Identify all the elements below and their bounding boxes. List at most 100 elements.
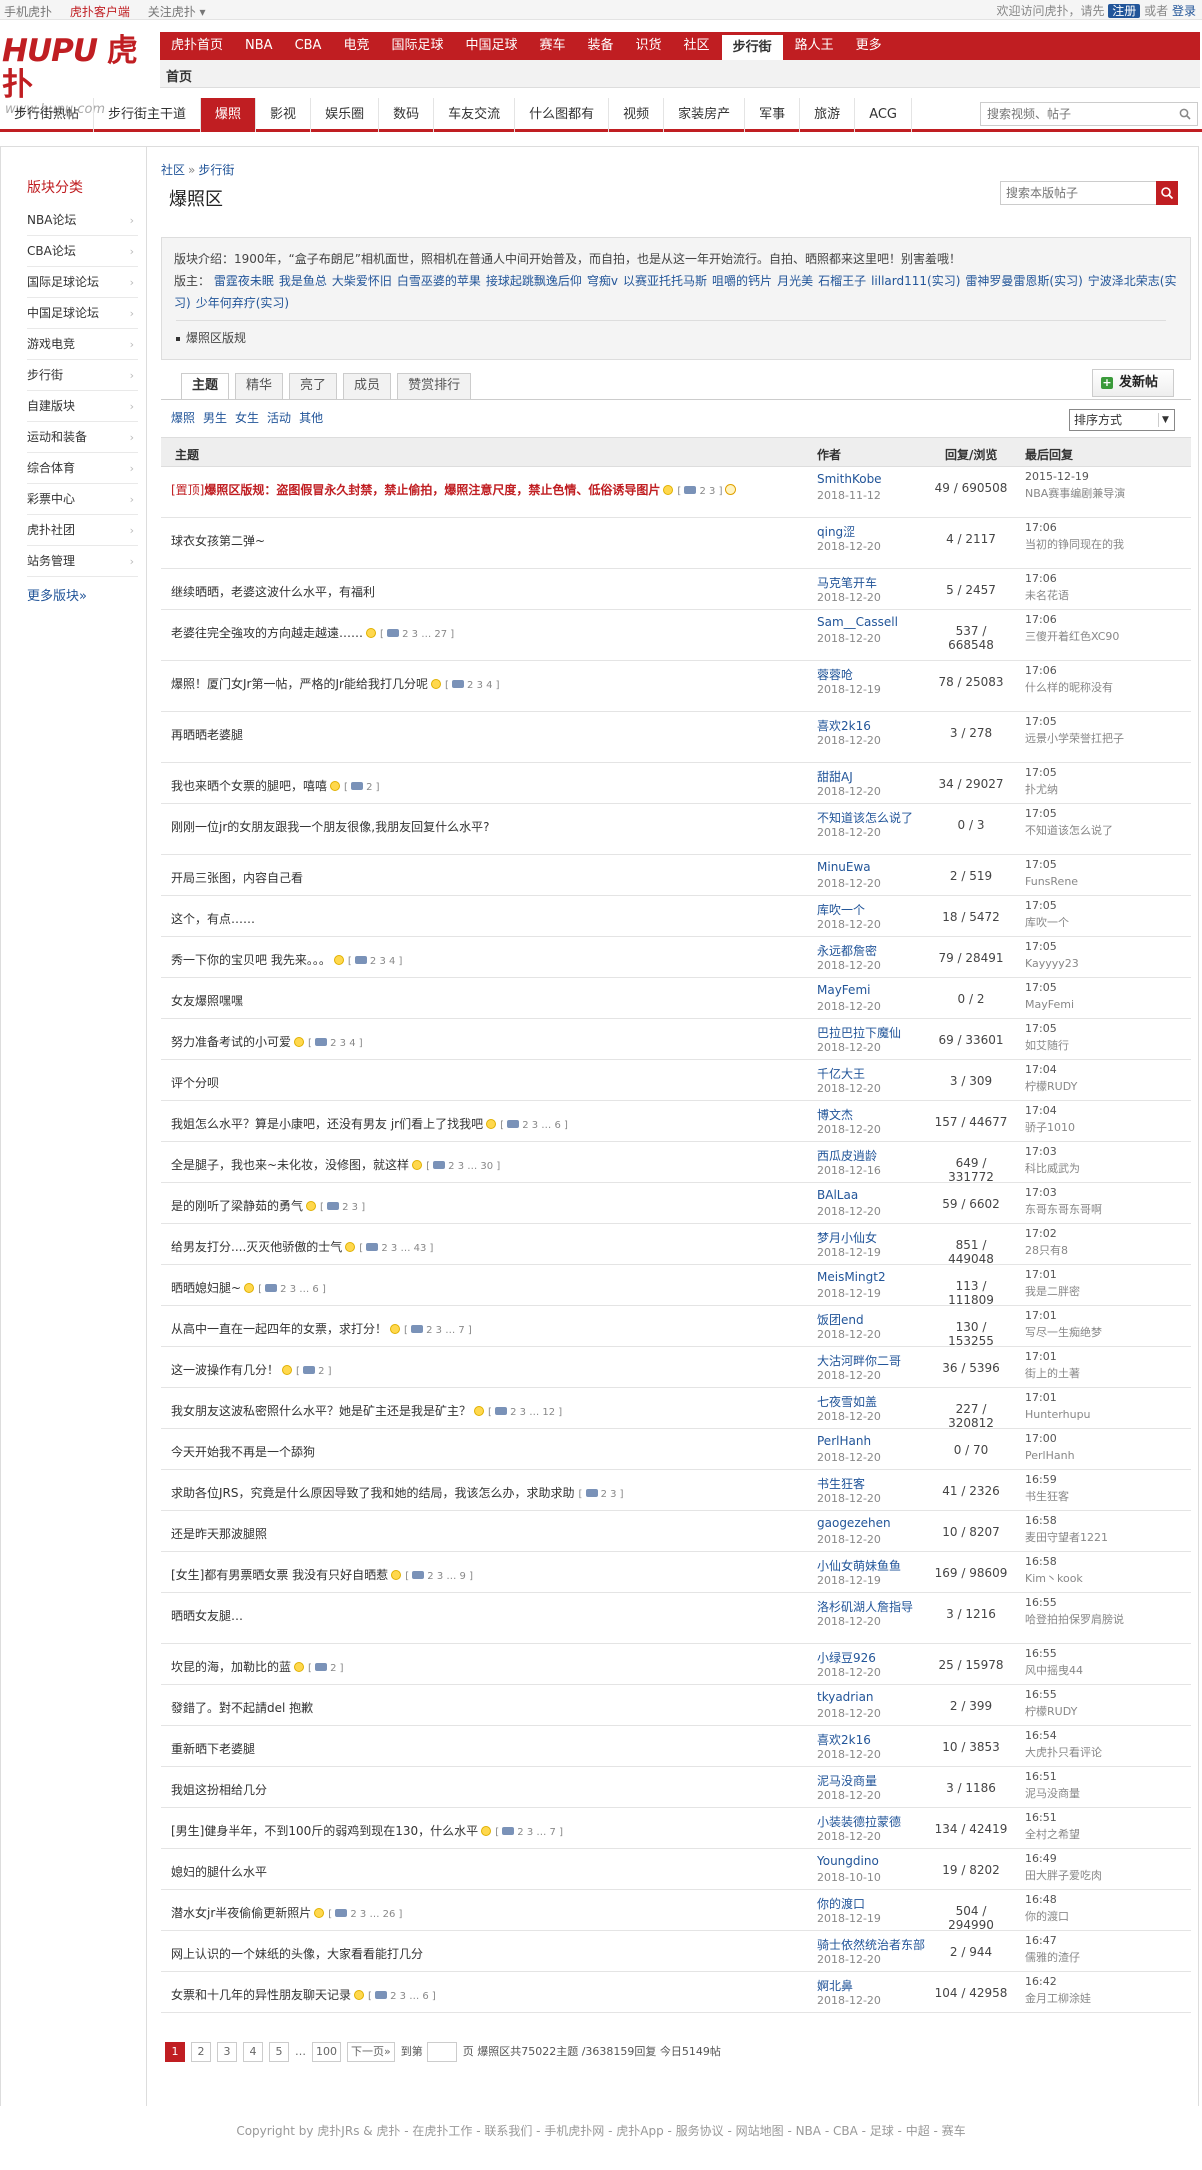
main-nav-item[interactable]: 步行街 [720,34,784,60]
thread-title-link[interactable]: 还是昨天那波腿照 [171,1527,267,1541]
thread-title-link[interactable]: 刚刚一位jr的女朋友跟我一个朋友很像,我朋友回复什么水平? [171,820,489,834]
main-nav-item[interactable]: 赛车 [529,32,577,60]
search-icon[interactable] [1179,108,1191,120]
thread-title-link[interactable]: 这一波操作有几分！ [171,1363,279,1377]
thread-title-link[interactable]: 给男友打分....灭灭他骄傲的士气 [171,1240,342,1254]
thread-title-link[interactable]: [男生]健身半年，不到100斤的弱鸡到现在130，什么水平 [171,1824,478,1838]
thread-title-link[interactable]: 球衣女孩第二弹~ [171,534,265,548]
thread-title-link[interactable]: 爆照！厦门女Jr第一帖，严格的Jr能给我打几分呢 [171,677,428,691]
moderator-link[interactable]: 少年何弃疗(实习) [196,296,289,310]
thread-page-links[interactable]: 2 3 [601,1489,617,1500]
thread-title-link[interactable]: 爆照区版规：盗图假冒永久封禁，禁止偷拍，爆照注意尺度，禁止色情、低俗诱导图片 [204,483,660,497]
thread-page-links[interactable]: 2 3 … 9 [427,1571,466,1582]
thread-author[interactable]: 小绿豆926 [817,1649,876,1666]
thread-author[interactable]: 甜甜AJ [817,768,853,785]
channel-tab[interactable]: 数码 [379,98,435,132]
thread-author[interactable]: 喜欢2k16 [817,717,871,734]
thread-author[interactable]: 饭团end [817,1311,864,1328]
thread-title-link[interactable]: 我女朋友这波私密照什么水平？她是矿主还是我是矿主？ [171,1404,471,1418]
thread-title-link[interactable]: 秀一下你的宝贝吧 我先来。。。 [171,953,331,967]
hupu-logo[interactable]: HUPU 虎扑 www.hupu.com [2,34,152,117]
thread-author[interactable]: 泥马没商量 [817,1772,877,1789]
thread-title-link[interactable]: 从高中一直在一起四年的女票，求打分！ [171,1322,387,1336]
main-nav-item[interactable]: 电竞 [332,32,380,60]
thread-author[interactable]: gaogezehen [817,1516,891,1530]
thread-author[interactable]: 七夜雪如盖 [817,1393,877,1410]
thread-page-links[interactable]: 2 3 … 7 [426,1325,465,1336]
thread-page-links[interactable]: 2 3 … 6 [522,1120,561,1131]
thread-author[interactable]: 永远都詹密 [817,942,877,959]
thread-author[interactable]: 博文杰 [817,1106,853,1123]
thread-title-link[interactable]: 重新晒下老婆腿 [171,1742,255,1756]
thread-title-link[interactable]: 继续晒晒，老婆这波什么水平，有福利 [171,585,375,599]
thread-title-link[interactable]: 坎昆的海，加勒比的蓝 [171,1660,291,1674]
moderator-link[interactable]: 咀嚼的钙片 [712,274,772,288]
thread-author[interactable]: MinuEwa [817,860,871,874]
sidebar-item[interactable]: 中国足球论坛 › [27,298,138,329]
sidebar-item[interactable]: 综合体育 › [27,453,138,484]
thread-page-links[interactable]: 2 3 … 26 [350,1909,395,1920]
channel-tab[interactable]: ACG [855,98,913,132]
thread-page-links[interactable]: 2 3 4 [467,680,492,691]
sidebar-item[interactable]: NBA论坛 › [27,205,138,236]
sidebar-item[interactable]: 站务管理 › [27,546,138,577]
thread-title-link[interactable]: 我也来晒个女票的腿吧，嘻嘻 [171,779,327,793]
page-link[interactable]: 4 [243,2042,263,2062]
sidebar-item[interactable]: 运动和装备 › [27,422,138,453]
thread-author[interactable]: 库吹一个 [817,901,865,918]
moderator-link[interactable]: 石榴王子 [818,274,866,288]
thread-title-link[interactable]: 媳妇的腿什么水平 [171,1865,267,1879]
sidebar-more-link[interactable]: 更多版块» [27,585,146,604]
thread-title-link[interactable]: 潜水女jr半夜偷偷更新照片 [171,1906,311,1920]
moderator-link[interactable]: 大柴爱怀旧 [332,274,392,288]
main-nav-item[interactable]: 社区 [673,32,721,60]
thread-title-link[interactable]: 我姐这扮相给几分 [171,1783,267,1797]
thread-title-link[interactable]: 發錯了。對不起請del 抱歉 [171,1701,313,1715]
thread-author[interactable]: 小装装德拉蒙德 [817,1813,901,1830]
thread-title-link[interactable]: 我姐怎么水平？算是小康吧，还没有男友 jr们看上了找我吧 [171,1117,483,1131]
thread-page-links[interactable]: 2 3 … 6 [390,1991,429,2002]
thread-author[interactable]: 马克笔开车 [817,574,877,591]
page-link[interactable]: 3 [217,2042,237,2062]
sidebar-item[interactable]: 游戏电竞 › [27,329,138,360]
thread-author[interactable]: 千亿大王 [817,1065,865,1082]
thread-page-links[interactable]: 2 3 … 7 [517,1827,556,1838]
channel-tab[interactable]: 车友交流 [434,98,516,132]
thread-page-links[interactable]: 2 3 [342,1202,358,1213]
thread-page-links[interactable]: 2 3 4 [330,1038,355,1049]
board-rules-link[interactable]: 爆照区版规 [186,331,246,345]
channel-tab[interactable]: 什么图都有 [515,98,610,132]
thread-page-links[interactable]: 2 3 4 [370,956,395,967]
thread-author[interactable]: SmithKobe [817,472,882,486]
thread-author[interactable]: tkyadrian [817,1690,874,1704]
thread-author[interactable]: MayFemi [817,983,870,997]
sort-select[interactable]: 排序方式 ▼ [1069,409,1175,431]
thread-author[interactable]: 小仙女萌妹鱼鱼 [817,1557,901,1574]
thread-author[interactable]: 大沽河畔你二哥 [817,1352,901,1369]
moderator-link[interactable]: 穹痴v [587,274,618,288]
thread-title-link[interactable]: 晒晒媳妇腿~ [171,1281,241,1295]
thread-page-links[interactable]: 2 3 … 12 [510,1407,555,1418]
thread-author[interactable]: qing涩 [817,523,855,540]
board-search-input[interactable] [1001,182,1151,204]
filter-link[interactable]: 爆照 [171,411,195,425]
thread-title-link[interactable]: 女友爆照嘿嘿 [171,994,243,1008]
main-nav-item[interactable]: CBA [284,32,333,60]
thread-title-link[interactable]: 求助各位JRS，究竟是什么原因导致了我和她的结局，我该怎么办，求助求助 [171,1486,575,1500]
thread-title-link[interactable]: 开局三张图，内容自己看 [171,871,303,885]
board-search-button[interactable] [1156,181,1178,205]
login-link[interactable]: 登录 [1172,4,1196,18]
filter-link[interactable]: 活动 [267,411,291,425]
thread-author[interactable]: 西瓜皮逍龄 [817,1147,877,1164]
filter-link[interactable]: 女生 [235,411,259,425]
thread-title-link[interactable]: 网上认识的一个妹纸的头像，大家看看能打几分 [171,1947,423,1961]
thread-tab[interactable]: 亮了 [289,373,338,399]
main-nav-item[interactable]: 更多 [845,32,893,60]
page-link-last[interactable]: 100 [312,2042,341,2062]
client-link[interactable]: 虎扑客户端 [70,5,130,19]
main-nav-item[interactable]: 装备 [577,32,625,60]
channel-tab[interactable]: 军事 [745,98,801,132]
channel-tab[interactable]: 步行街主干道 [94,98,202,132]
goto-page-input[interactable] [426,2042,457,2062]
thread-title-link[interactable]: 是的刚听了梁静茹的勇气 [171,1199,303,1213]
